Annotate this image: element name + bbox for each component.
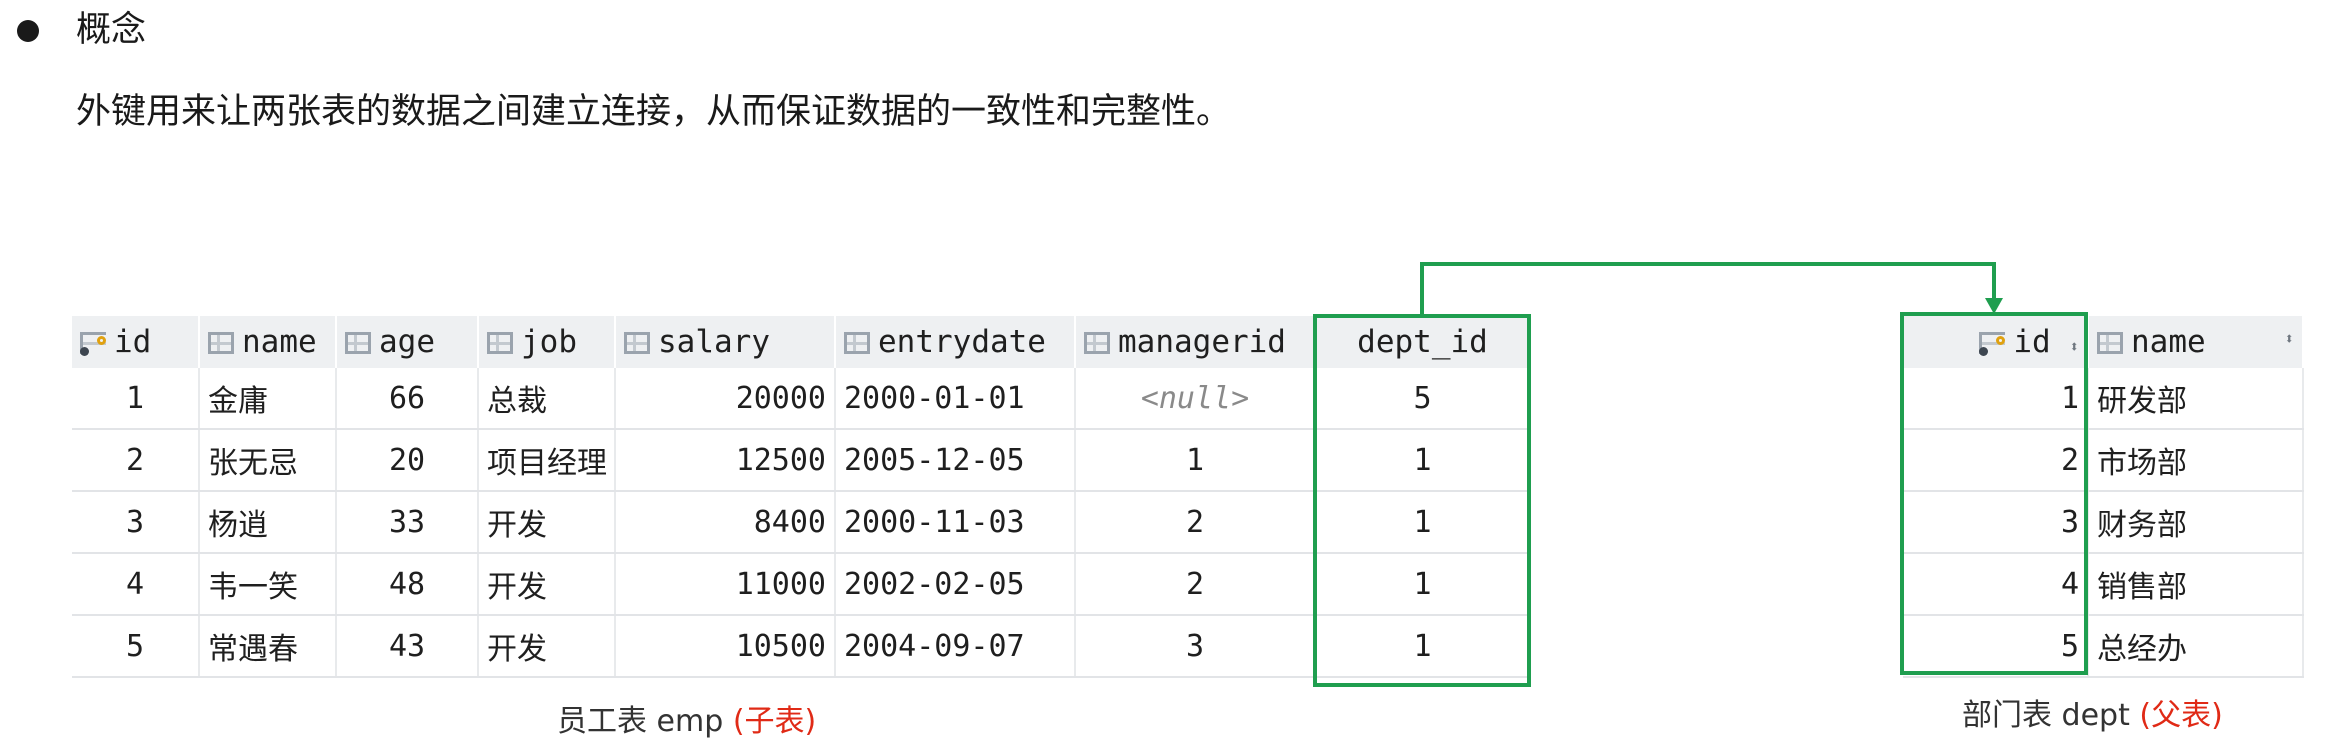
foreign-key-arrow xyxy=(1420,262,2003,314)
emp-caption: 员工表 emp (子表) xyxy=(557,704,817,739)
arrowhead-icon xyxy=(1985,298,2003,314)
dept-caption: 部门表 dept (父表) xyxy=(1962,698,2223,733)
